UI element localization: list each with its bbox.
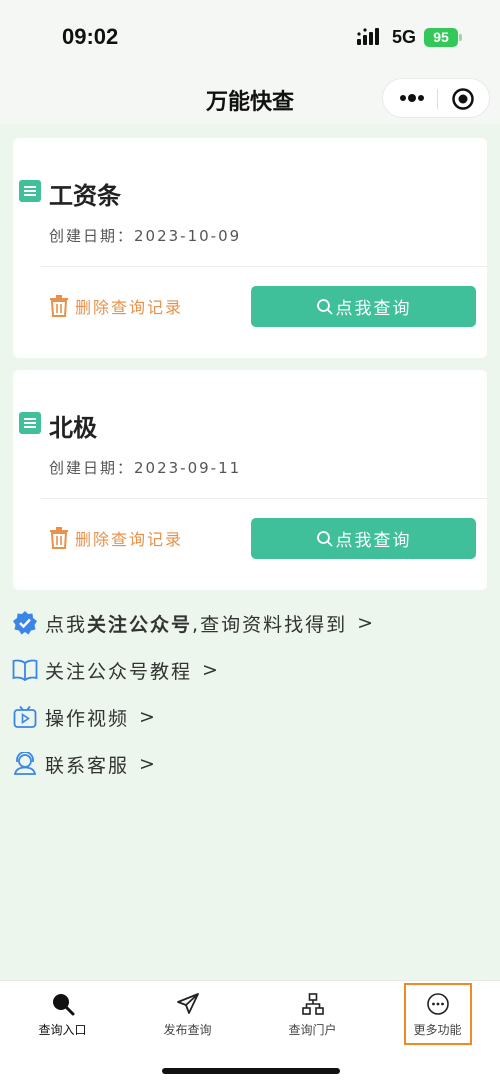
delete-record-button[interactable]: 删除查询记录: [49, 526, 183, 550]
verified-badge-icon: [13, 611, 37, 635]
book-icon: [12, 659, 38, 681]
battery-indicator: 95: [424, 28, 458, 47]
chevron-right: >: [139, 753, 157, 775]
query-record-card: 北极 创建日期：2023-09-11 删除查询记录 点我查询: [13, 370, 487, 590]
target-icon[interactable]: [451, 87, 475, 111]
query-button-label: 点我查询: [335, 531, 412, 551]
follow-link-prefix: 点我: [45, 613, 88, 636]
tab-label: 发布查询: [163, 1023, 212, 1037]
battery-tip: [459, 34, 462, 41]
card-divider: [41, 498, 487, 499]
search-icon: [316, 298, 333, 315]
operation-video-link[interactable]: 操作视频 >: [12, 702, 157, 732]
mini-program-capsule: [382, 78, 490, 118]
follow-official-account-link[interactable]: 点我 关注公众号 ,查询资料找得到 >: [12, 608, 375, 638]
tutorial-link-label: 关注公众号教程: [45, 660, 193, 683]
tab-query-portal[interactable]: 查询门户: [250, 981, 375, 1051]
send-icon: [176, 993, 199, 1014]
trash-icon: [50, 527, 68, 549]
capsule-divider: [437, 89, 438, 109]
follow-link-strong: 关注公众号: [87, 613, 193, 636]
tab-more-functions[interactable]: 更多功能: [375, 981, 500, 1051]
search-icon: [316, 530, 333, 547]
chevron-right: >: [202, 659, 220, 681]
video-icon: [13, 705, 37, 728]
delete-record-button[interactable]: 删除查询记录: [49, 294, 183, 318]
document-icon: [19, 412, 41, 434]
card-title: 北极: [49, 414, 97, 442]
trash-icon: [50, 295, 68, 317]
contact-service-link[interactable]: 联系客服 >: [12, 749, 157, 779]
tab-label: 查询门户: [288, 1023, 337, 1037]
card-created-date: 创建日期：2023-10-09: [49, 227, 242, 245]
document-icon: [19, 180, 41, 202]
tab-query-entry[interactable]: 查询入口: [0, 981, 125, 1051]
follow-tutorial-link[interactable]: 关注公众号教程 >: [12, 655, 220, 685]
more-dots-icon[interactable]: [399, 91, 425, 105]
sitemap-icon: [301, 993, 324, 1015]
video-link-label: 操作视频: [45, 707, 130, 730]
query-button[interactable]: 点我查询: [251, 518, 476, 559]
nav-bar: 万能快查: [0, 72, 500, 124]
tab-label: 更多功能: [413, 1023, 462, 1037]
query-record-card: 工资条 创建日期：2023-10-09 删除查询记录 点我查询: [13, 138, 487, 358]
battery-level: 95: [433, 29, 449, 45]
query-button-label: 点我查询: [335, 299, 412, 319]
chevron-right: >: [139, 706, 157, 728]
card-divider: [41, 266, 487, 267]
follow-link-suffix: ,查询资料找得到: [192, 613, 348, 636]
status-bar: 09:02 5G 95: [0, 0, 500, 72]
customer-service-icon: [13, 752, 37, 775]
network-label: 5G: [392, 27, 417, 47]
tab-publish-query[interactable]: 发布查询: [125, 981, 250, 1051]
tab-label: 查询入口: [38, 1023, 87, 1037]
query-button[interactable]: 点我查询: [251, 286, 476, 327]
card-created-date: 创建日期：2023-09-11: [49, 459, 242, 477]
home-indicator: [162, 1068, 340, 1074]
status-time: 09:02: [62, 24, 119, 49]
delete-record-label: 删除查询记录: [75, 530, 184, 549]
chevron-right: >: [357, 612, 375, 634]
search-icon: [52, 994, 74, 1016]
delete-record-label: 删除查询记录: [75, 298, 184, 317]
card-title: 工资条: [49, 182, 121, 210]
contact-link-label: 联系客服: [45, 754, 130, 777]
ellipsis-circle-icon: [426, 993, 449, 1015]
signal-icon: [357, 28, 379, 45]
